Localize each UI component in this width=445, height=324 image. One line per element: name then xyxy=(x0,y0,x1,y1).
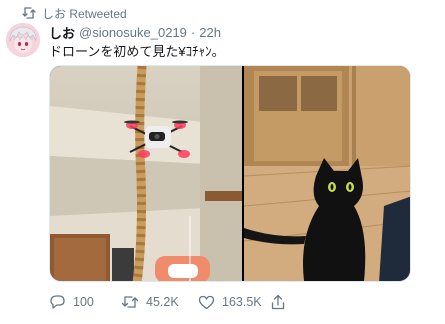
retweet-context: しお Retweeted xyxy=(22,5,127,21)
header-separator: · xyxy=(190,24,196,40)
black-cat-photo[interactable] xyxy=(244,66,410,281)
retweet-icon xyxy=(22,7,36,19)
media-grid xyxy=(49,65,411,282)
like-count: 163.5K xyxy=(222,295,262,309)
timestamp[interactable]: 22h xyxy=(199,25,221,40)
heart-icon xyxy=(198,295,215,310)
action-bar: 100 45.2K 163.5K xyxy=(49,292,429,312)
retweet-count: 45.2K xyxy=(146,295,179,309)
tweet-text: ドローンを初めて見た¥ｺﾁｬﾝ。 xyxy=(49,44,225,59)
share-icon xyxy=(271,294,285,310)
retweet-context-label[interactable]: しお Retweeted xyxy=(42,5,127,22)
avatar[interactable] xyxy=(6,23,40,57)
share-button[interactable] xyxy=(271,292,285,312)
reply-icon xyxy=(49,294,66,310)
author-handle[interactable]: @sionosuke_0219 xyxy=(79,25,187,40)
like-button[interactable]: 163.5K xyxy=(198,292,262,312)
tweet-header: しお @sionosuke_0219 · 22h xyxy=(49,23,221,42)
reply-count: 100 xyxy=(73,295,94,309)
drone-photo[interactable] xyxy=(50,66,242,281)
retweet-icon xyxy=(121,295,139,309)
reply-button[interactable]: 100 xyxy=(49,292,94,312)
tweet[interactable]: しお Retweeted しお @sionosuke_0219 · 22h ドロ… xyxy=(0,0,445,324)
author-name[interactable]: しお xyxy=(49,23,75,42)
retweet-button[interactable]: 45.2K xyxy=(121,292,179,312)
